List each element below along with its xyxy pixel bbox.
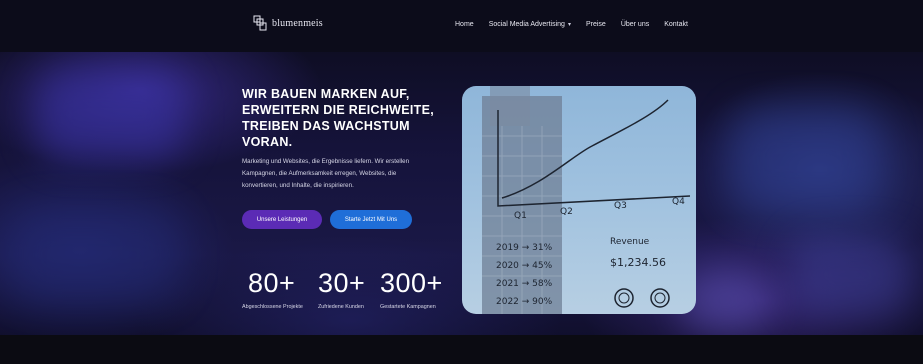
nav-label: Kontakt <box>664 21 688 28</box>
stat-label: Abgeschlossene Projekte <box>242 304 303 310</box>
note-line: 2019 → 31% <box>496 243 553 253</box>
revenue-title: Revenue <box>610 237 650 247</box>
stat-value: 300+ <box>380 268 443 298</box>
note-line: 2022 → 90% <box>496 297 553 307</box>
nav-item-kontakt[interactable]: Kontakt <box>664 21 688 28</box>
revenue-value: $1,234.56 <box>610 256 666 269</box>
circle-doodle <box>650 288 670 308</box>
stat-clients: 30+ Zufriedene Kunden <box>318 268 365 310</box>
site-header: blumenmeis Home Social Media Advertising… <box>0 0 923 52</box>
description-line: Kampagnen, die Aufmerksamkeit erregen, W… <box>242 170 397 177</box>
nav-label: Preise <box>585 21 606 28</box>
section-divider <box>0 335 923 364</box>
nav-item-home[interactable]: Home <box>455 21 474 28</box>
stat-value: 30+ <box>318 268 366 298</box>
note-line: 2021 → 58% <box>496 279 553 289</box>
headline-line: VORAN. <box>242 135 293 149</box>
headline-line: WIR BAUEN MARKEN AUF, <box>242 87 410 101</box>
start-now-button[interactable]: Starte Jetzt Mit Uns <box>330 210 412 229</box>
nav-label: Über uns <box>620 21 650 28</box>
stat-campaigns: 300+ Gestartete Kampagnen <box>380 268 443 310</box>
note-line: 2020 → 45% <box>496 261 553 271</box>
nav-item-social-media-advertising[interactable]: Social Media Advertising ▾ <box>489 21 571 28</box>
whiteboard-graph-illustration: Q1 Q2 Q3 Q4 Revenue $1,234.56 2019 → 31%… <box>482 86 691 314</box>
axis-label: Q1 <box>514 211 527 221</box>
headline-line: TREIBEN DAS WACHSTUM <box>242 119 410 133</box>
chevron-down-icon: ▾ <box>567 22 571 28</box>
description-line: Marketing und Websites, die Ergebnisse l… <box>242 158 410 165</box>
background-blur-shape <box>790 235 910 315</box>
logo-text: blumenmeis <box>272 17 323 29</box>
headline-line: ERWEITERN DIE REICHWEITE, <box>242 103 435 117</box>
building-shape <box>490 86 530 126</box>
description-line: konvertieren, und Inhalte, die inspirier… <box>242 182 354 189</box>
background-blur-shape <box>730 110 880 210</box>
stat-value: 80+ <box>248 268 296 298</box>
stat-label: Zufriedene Kunden <box>318 304 364 310</box>
background-blur-shape <box>35 70 185 160</box>
logo-icon <box>253 15 267 31</box>
hero-headline: WIR BAUEN MARKEN AUF, ERWEITERN DIE REIC… <box>242 86 482 150</box>
circle-doodle <box>614 288 634 308</box>
main-nav: Home Social Media Advertising ▾ Preise Üb… <box>455 21 703 28</box>
nav-label: Home <box>455 21 474 28</box>
nav-item-ueber-uns[interactable]: Über uns <box>621 21 649 28</box>
services-button[interactable]: Unsere Leistungen <box>242 210 322 229</box>
circle-doodle <box>618 292 630 304</box>
axis-label: Q2 <box>560 207 573 217</box>
nav-item-preise[interactable]: Preise <box>586 21 606 28</box>
axis-label: Q4 <box>672 197 685 207</box>
background-blur-shape <box>10 210 180 300</box>
hero-description: Marketing und Websites, die Ergebnisse l… <box>242 156 462 192</box>
axis-label: Q3 <box>614 201 627 211</box>
stat-projects: 80+ Abgeschlossene Projekte <box>242 268 303 310</box>
nav-label: Social Media Advertising <box>488 21 565 28</box>
hero-image: Q1 Q2 Q3 Q4 Revenue $1,234.56 2019 → 31%… <box>462 86 696 314</box>
stat-label: Gestartete Kampagnen <box>380 304 436 310</box>
site-logo[interactable]: blumenmeis <box>252 14 323 32</box>
circle-doodle <box>654 292 666 304</box>
